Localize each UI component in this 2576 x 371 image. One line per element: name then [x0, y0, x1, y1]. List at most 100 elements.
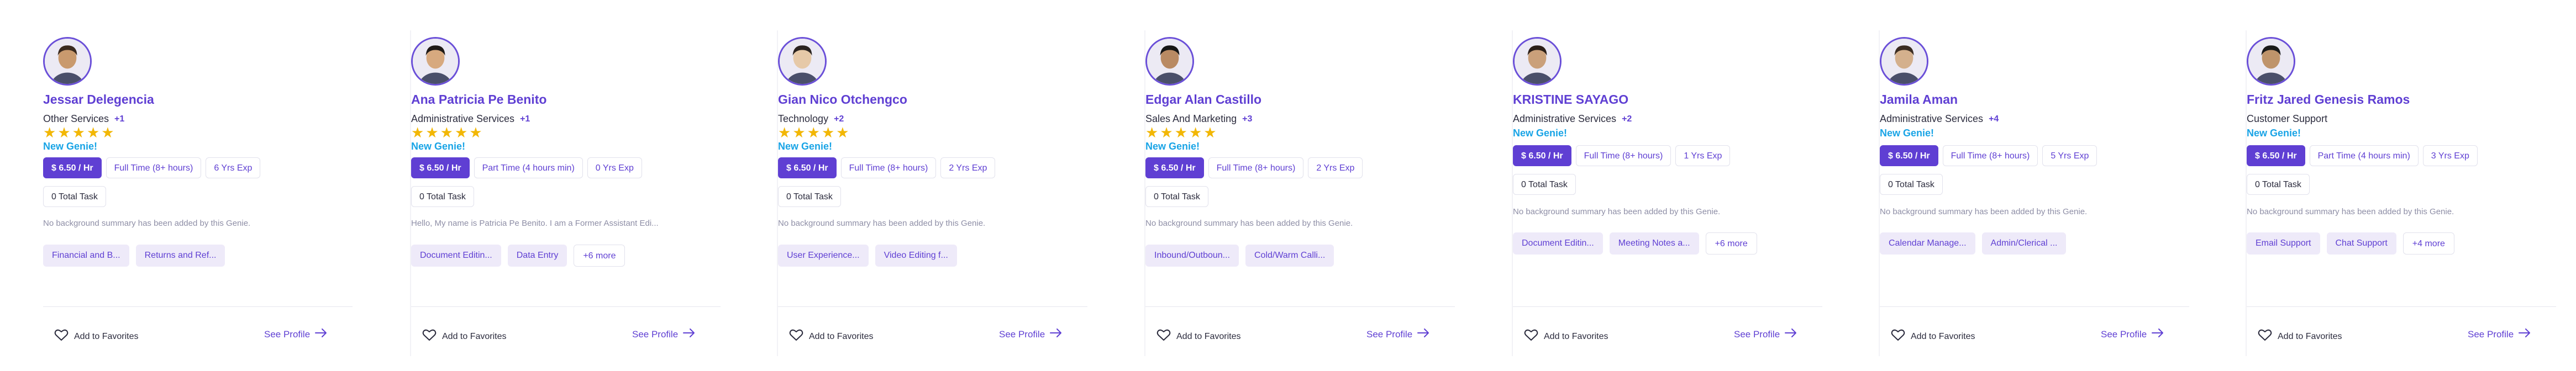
schedule-badge: Full Time (8+ hours) [1942, 145, 2038, 166]
experience-badge: 2 Yrs Exp [1308, 157, 1363, 178]
add-to-favorites-button[interactable]: Add to Favorites [1524, 328, 1608, 344]
genie-card[interactable]: Fritz Jared Genesis Ramos Customer Suppor… [2246, 30, 2562, 356]
avatar[interactable] [1145, 37, 1194, 86]
genie-name[interactable]: Jamila Aman [1880, 92, 1958, 107]
experience-badge: 2 Yrs Exp [940, 157, 996, 178]
heart-icon [2258, 328, 2272, 344]
new-genie-badge: New Genie! [1880, 128, 1934, 139]
see-profile-link[interactable]: See Profile [2101, 327, 2164, 341]
skill-tag[interactable]: Returns and Ref... [135, 245, 225, 267]
category-label: Other Services [43, 113, 109, 124]
see-profile-label: See Profile [2468, 328, 2514, 340]
new-genie-badge: New Genie! [778, 141, 833, 152]
star-icon: ★ [1203, 124, 1217, 141]
genie-meta: $ 6.50 / Hr Full Time (8+ hours) 5 Yrs Exp [1880, 145, 2097, 166]
genie-card[interactable]: Jamila Aman Administrative Services +4 New … [1879, 30, 2195, 356]
skill-tag[interactable]: Chat Support [2326, 232, 2396, 255]
heart-icon [422, 328, 437, 344]
skill-tag[interactable]: Inbound/Outboun... [1145, 245, 1239, 267]
see-profile-link[interactable]: See Profile [2468, 327, 2531, 341]
heart-icon [789, 328, 803, 344]
avatar[interactable] [2247, 37, 2295, 86]
genie-name[interactable]: Jessar Delegencia [43, 92, 154, 107]
add-to-favorites-button[interactable]: Add to Favorites [1156, 328, 1241, 344]
skill-tag[interactable]: Video Editing f... [875, 245, 957, 267]
category-more-count[interactable]: +4 [1989, 114, 1999, 124]
star-icon: ★ [101, 124, 114, 141]
add-to-favorites-button[interactable]: Add to Favorites [1891, 328, 1975, 344]
skill-tag[interactable]: Document Editin... [1513, 232, 1603, 255]
heart-icon [54, 328, 69, 344]
genie-card[interactable]: Gian Nico Otchengco Technology +2 ★ ★ ★ ★ ★ New … [777, 30, 1093, 356]
experience-badge: 1 Yrs Exp [1675, 145, 1731, 166]
genie-name[interactable]: Fritz Jared Genesis Ramos [2247, 92, 2410, 107]
skill-tag[interactable]: Document Editin... [411, 245, 501, 267]
skill-tag[interactable]: Calendar Manage... [1880, 232, 1975, 255]
avatar[interactable] [1880, 37, 1928, 86]
skill-tag[interactable]: Meeting Notes a... [1609, 232, 1699, 255]
avatar[interactable] [1513, 37, 1562, 86]
more-skills-tag[interactable]: +4 more [2402, 232, 2454, 255]
add-to-favorites-button[interactable]: Add to Favorites [422, 328, 507, 344]
skill-tags: Document Editin... Data Entry +6 more [411, 245, 625, 267]
skill-tag[interactable]: Financial and B... [43, 245, 129, 267]
see-profile-link[interactable]: See Profile [1734, 327, 1797, 341]
genie-name[interactable]: Gian Nico Otchengco [778, 92, 907, 107]
card-divider [1880, 306, 2189, 307]
genie-card-row: Jessar Delegencia Other Services +1 ★ ★ ★ ★ ★ Ne… [0, 0, 2576, 371]
category-more-count[interactable]: +2 [1622, 114, 1632, 124]
add-to-favorites-button[interactable]: Add to Favorites [789, 328, 874, 344]
category-more-count[interactable]: +1 [520, 114, 530, 124]
arrow-right-icon [1784, 327, 1797, 341]
add-to-favorites-button[interactable]: Add to Favorites [2258, 328, 2342, 344]
category-more-count[interactable]: +3 [1242, 114, 1252, 124]
star-icon: ★ [425, 124, 439, 141]
genie-category: Administrative Services +2 [1513, 113, 1632, 125]
skill-tag[interactable]: Cold/Warm Calli... [1245, 245, 1334, 267]
total-task-badge: 0 Total Task [43, 186, 106, 207]
category-more-count[interactable]: +2 [834, 114, 844, 124]
add-to-favorites-label: Add to Favorites [442, 331, 507, 341]
category-label: Customer Support [2247, 113, 2328, 124]
genie-name[interactable]: Edgar Alan Castillo [1145, 92, 1261, 107]
add-to-favorites-button[interactable]: Add to Favorites [54, 328, 139, 344]
category-more-count[interactable]: +1 [114, 114, 124, 124]
skill-tag[interactable]: Email Support [2247, 232, 2320, 255]
avatar[interactable] [411, 37, 460, 86]
add-to-favorites-label: Add to Favorites [1911, 331, 1975, 341]
total-task-badge: 0 Total Task [1145, 186, 1208, 207]
skill-tag[interactable]: Data Entry [507, 245, 567, 267]
see-profile-link[interactable]: See Profile [264, 327, 328, 341]
avatar[interactable] [43, 37, 92, 86]
avatar[interactable] [778, 37, 827, 86]
see-profile-link[interactable]: See Profile [1366, 327, 1430, 341]
more-skills-tag[interactable]: +6 more [574, 245, 625, 267]
card-divider [2247, 306, 2556, 307]
hourly-rate-badge: $ 6.50 / Hr [2247, 145, 2305, 166]
genie-category: Administrative Services +1 [411, 113, 530, 125]
star-icon: ★ [43, 124, 56, 141]
genie-card[interactable]: Jessar Delegencia Other Services +1 ★ ★ ★ ★ ★ Ne… [43, 30, 358, 356]
card-divider [1513, 306, 1822, 307]
star-icon: ★ [440, 124, 453, 141]
skill-tag[interactable]: User Experience... [778, 245, 869, 267]
hourly-rate-badge: $ 6.50 / Hr [43, 157, 102, 178]
see-profile-link[interactable]: See Profile [632, 327, 696, 341]
see-profile-link[interactable]: See Profile [999, 327, 1063, 341]
add-to-favorites-label: Add to Favorites [809, 331, 874, 341]
genie-card[interactable]: Ana Patricia Pe Benito Administrative Ser… [410, 30, 726, 356]
more-skills-tag[interactable]: +6 more [1705, 232, 1757, 255]
genie-category: Technology +2 [778, 113, 844, 125]
genie-card[interactable]: Edgar Alan Castillo Sales And Marketing +3… [1144, 30, 1460, 356]
card-divider [411, 306, 721, 307]
genie-card[interactable]: KRISTINE SAYAGO Administrative Services +2… [1512, 30, 1828, 356]
new-genie-badge: New Genie! [1513, 128, 1568, 139]
background-summary: No background summary has been added by … [2247, 207, 2454, 216]
genie-name[interactable]: KRISTINE SAYAGO [1513, 92, 1628, 107]
star-icon: ★ [1145, 124, 1159, 141]
genie-name[interactable]: Ana Patricia Pe Benito [411, 92, 546, 107]
experience-badge: 5 Yrs Exp [2042, 145, 2097, 166]
heart-icon [1891, 328, 1905, 344]
star-icon: ★ [821, 124, 835, 141]
skill-tag[interactable]: Admin/Clerical ... [1981, 232, 2067, 255]
